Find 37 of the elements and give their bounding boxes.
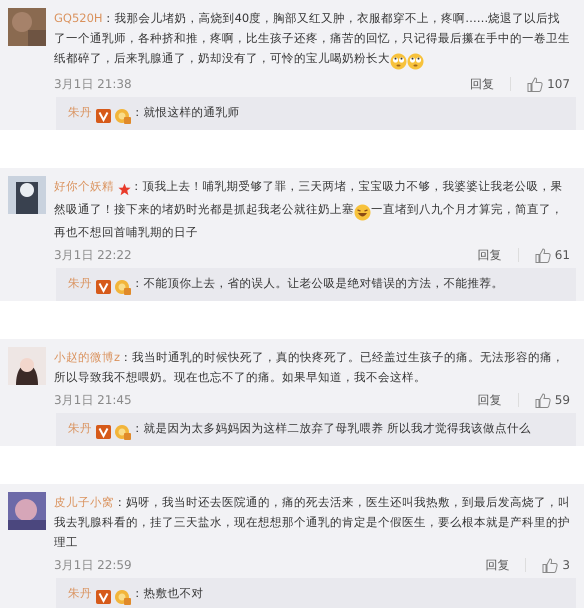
avatar[interactable] <box>8 347 46 385</box>
avatar[interactable] <box>8 176 46 214</box>
comment-text: 小赵的微博z：我当时通乳的时候快死了，真的快疼死了。已经盖过生孩子的痛。无法形容的痛，所以导致我不想喂奶。现在也忘不了的痛。如果早知道，我不会这样。 <box>54 349 566 386</box>
comment-text: GQ520H：我那会儿堵奶，高烧到40度，胸部又红又肿，衣服都穿不上，疼啊……烧退了以后找了一个通乳师，各种挤和推，疼啊，比生孩子还疼，痛苦的回忆，只记得最后攥在手中的一卷卫生纸都碎了，后来乳腺通了，奶却没有了，可怜的宝儿喝奶粉长大 <box>54 8 570 71</box>
rolling-eyes-emoji-icon <box>390 53 407 70</box>
verified-icon <box>96 280 111 294</box>
reply-text: ：不能顶你上去，省的误人。让老公吸是绝对错误的方法，不能推荐。 <box>131 276 504 290</box>
like-button[interactable]: 59 <box>534 387 570 413</box>
verified-icon <box>96 590 111 604</box>
thumbs-up-icon <box>527 76 544 92</box>
verified-icon <box>96 108 111 123</box>
reply-text: ：热敷也不对 <box>131 586 204 600</box>
timestamp: 3月1日 22:22 <box>54 247 132 264</box>
thumbs-up-icon <box>534 248 551 262</box>
member-medal-icon <box>114 108 132 124</box>
thumbs-up-icon <box>542 558 558 572</box>
rolling-eyes-emoji-icon <box>407 53 424 70</box>
like-button[interactable]: 107 <box>527 71 570 97</box>
member-medal-icon <box>114 588 132 605</box>
reply-link[interactable]: 回复 <box>470 71 494 97</box>
verified-icon <box>96 424 111 439</box>
like-button[interactable]: 61 <box>534 242 570 268</box>
timestamp: 3月1日 22:59 <box>54 557 132 574</box>
thumbs-up-icon <box>534 392 551 408</box>
reply-link[interactable]: 回复 <box>485 552 510 578</box>
reply-text: ：就恨这样的通乳师 <box>131 105 240 119</box>
timestamp: 3月1日 21:38 <box>54 76 132 93</box>
reply-text: ：就是因为太多妈妈因为这样二放弃了母乳喂养 所以我才觉得我该做点什么 <box>131 421 531 435</box>
member-medal-icon <box>114 424 132 440</box>
laughing-emoji-icon <box>354 204 371 222</box>
reply-link[interactable]: 回复 <box>478 242 502 268</box>
reply-link[interactable]: 回复 <box>478 387 502 413</box>
member-medal-icon <box>114 278 132 295</box>
comment-text: 好你个妖精 ：顶我上去！哺乳期受够了罪，三天两堵，宝宝吸力不够，我婆婆让我老公吸，果然吸通了！接下来的堵奶时光都是抓起我老公就往奶上塞 一直堵到八九个月才算完，简直了，再也不想回首哺乳期的日子 <box>54 178 564 241</box>
like-button[interactable]: 3 <box>542 552 570 578</box>
timestamp: 3月1日 21:45 <box>54 392 132 409</box>
comment-text: 皮儿子小窝：妈呀，我当时还去医院通的，痛的死去活来，医生还叫我热敷，到最后发高烧了，叫我去乳腺科看的，挂了三天盐水，现在想想那个通乳的肯定是个假医生，要么根本就是产科里的护理工 <box>54 494 570 551</box>
